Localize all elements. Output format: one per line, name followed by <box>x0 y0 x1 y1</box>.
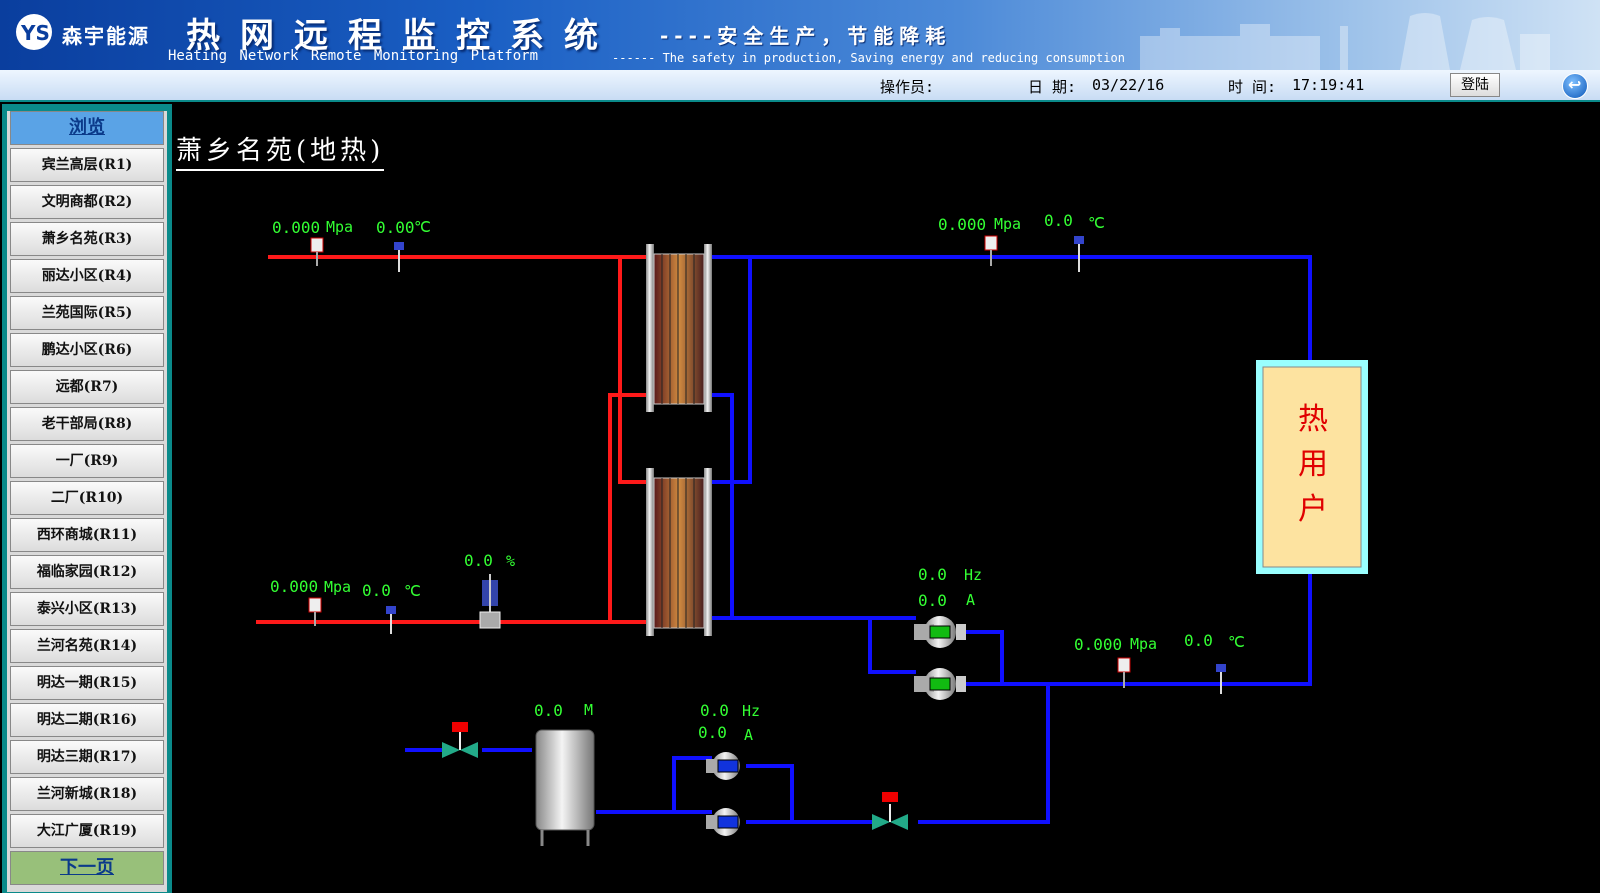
time-label: 时 间: <box>1228 78 1277 96</box>
process-diagram-panel: 热 用 户 0.000 Mpa 0.00 ℃ 0.000 Mpa 0.0 ℃ 0… <box>176 104 1600 893</box>
secondary-out-temp-unit: ℃ <box>1088 214 1105 232</box>
tank-level-unit: M <box>584 701 593 719</box>
station-item[interactable]: 丽达小区(R4) <box>10 259 164 293</box>
supply-temp-reading: 0.00 <box>376 218 415 237</box>
date-value: 03/22/16 <box>1092 76 1165 94</box>
station-item[interactable]: 大江广厦(R19) <box>10 814 164 848</box>
heating-process-diagram: 热 用 户 0.000 Mpa 0.00 ℃ 0.000 Mpa 0.0 ℃ 0… <box>256 211 1368 846</box>
circulation-pump-current-reading: 0.0 <box>918 591 947 610</box>
makeup-pump-current-reading: 0.0 <box>698 723 727 742</box>
login-button[interactable]: 登陆 <box>1450 73 1500 97</box>
page-title: 萧乡名苑(地热) <box>176 130 385 171</box>
primary-hot-piping <box>256 255 650 624</box>
control-valve-icon[interactable] <box>479 574 501 629</box>
station-item[interactable]: 福临家园(R12) <box>10 555 164 589</box>
secondary-out-pressure-reading: 0.000 <box>938 215 986 234</box>
station-item[interactable]: 萧乡名苑(R3) <box>10 222 164 256</box>
secondary-return-pressure-unit: Mpa <box>1130 635 1157 653</box>
thermometer-icon <box>1216 664 1226 694</box>
station-item[interactable]: 西环商城(R11) <box>10 518 164 552</box>
time-value: 17:19:41 <box>1292 76 1365 94</box>
operator-label: 操作员: <box>880 78 935 96</box>
date-label: 日 期: <box>1028 78 1077 96</box>
exit-icon[interactable] <box>1562 73 1588 99</box>
station-item[interactable]: 明达二期(R16) <box>10 703 164 737</box>
station-item[interactable]: 远都(R7) <box>10 370 164 404</box>
return-temp-reading: 0.0 <box>362 581 391 600</box>
makeup-pump-freq-reading: 0.0 <box>700 701 729 720</box>
circulation-pump-current-unit: A <box>966 591 975 609</box>
heat-user-box: 热 用 户 <box>1256 360 1368 574</box>
station-item[interactable]: 明达三期(R17) <box>10 740 164 774</box>
station-sidebar: 浏览 宾兰高层(R1) 文明商都(R2) 萧乡名苑(R3) 丽达小区(R4) 兰… <box>2 104 172 893</box>
secondary-return-temp-unit: ℃ <box>1228 633 1245 651</box>
circulation-pump-icon[interactable] <box>914 616 966 648</box>
thermometer-icon <box>1074 236 1084 272</box>
pressure-gauge-icon <box>984 235 998 266</box>
supply-pressure-unit: Mpa <box>326 218 353 236</box>
system-slogan: ----安全生产，节能降耗 <box>660 24 952 48</box>
heat-exchanger-upper <box>646 244 712 412</box>
station-item[interactable]: 兰苑国际(R5) <box>10 296 164 330</box>
app-header: YS 森宇能源 热网远程监控系统 ----安全生产，节能降耗 Heating N… <box>0 0 1600 70</box>
return-temp-unit: ℃ <box>404 582 421 600</box>
supply-temp-unit: ℃ <box>414 218 431 236</box>
return-pressure-unit: Mpa <box>324 578 351 596</box>
station-item[interactable]: 明达一期(R15) <box>10 666 164 700</box>
station-item[interactable]: 一厂(R9) <box>10 444 164 478</box>
heat-user-char: 用 <box>1298 447 1328 482</box>
circulation-pump-icon[interactable] <box>914 668 966 700</box>
return-pressure-reading: 0.000 <box>270 577 318 596</box>
station-item[interactable]: 兰河名苑(R14) <box>10 629 164 663</box>
station-item[interactable]: 兰河新城(R18) <box>10 777 164 811</box>
valve-opening-reading: 0.0 <box>464 551 493 570</box>
heat-exchanger-lower <box>646 468 712 636</box>
secondary-out-temp-reading: 0.0 <box>1044 211 1073 230</box>
makeup-pump-freq-unit: Hz <box>742 702 760 720</box>
station-item[interactable]: 二厂(R10) <box>10 481 164 515</box>
company-name: 森宇能源 <box>62 24 150 48</box>
supply-pressure-reading: 0.000 <box>272 218 320 237</box>
heat-user-char: 热 <box>1298 402 1328 437</box>
system-title-english: Heating Network Remote Monitoring Platfo… <box>168 48 539 64</box>
secondary-return-pressure-reading: 0.000 <box>1074 635 1122 654</box>
company-logo-icon: YS <box>16 14 52 50</box>
station-item[interactable]: 泰兴小区(R13) <box>10 592 164 626</box>
station-item[interactable]: 鹏达小区(R6) <box>10 333 164 367</box>
valve-opening-unit: % <box>506 552 515 570</box>
system-slogan-english: ------ The safety in production, Saving … <box>612 51 1125 65</box>
tank-level-reading: 0.0 <box>534 701 563 720</box>
circulation-pump-freq-unit: Hz <box>964 566 982 584</box>
secondary-return-temp-reading: 0.0 <box>1184 631 1213 650</box>
makeup-pump-current-unit: A <box>744 726 753 744</box>
info-bar: 操作员: 日 期: 03/22/16 时 间: 17:19:41 登陆 <box>0 70 1600 102</box>
station-item[interactable]: 文明商都(R2) <box>10 185 164 219</box>
next-page-button[interactable]: 下一页 <box>10 851 164 885</box>
svg-text:YS: YS <box>20 21 50 45</box>
secondary-out-pressure-unit: Mpa <box>994 215 1021 233</box>
gate-valve-icon[interactable] <box>442 722 478 758</box>
station-item[interactable]: 老干部局(R8) <box>10 407 164 441</box>
water-tank-icon <box>535 729 595 846</box>
station-item[interactable]: 宾兰高层(R1) <box>10 148 164 182</box>
circulation-pump-freq-reading: 0.0 <box>918 565 947 584</box>
browse-header[interactable]: 浏览 <box>10 111 164 145</box>
pressure-gauge-icon <box>310 237 324 266</box>
gate-valve-icon[interactable] <box>872 792 908 830</box>
heat-user-char: 户 <box>1298 492 1328 527</box>
